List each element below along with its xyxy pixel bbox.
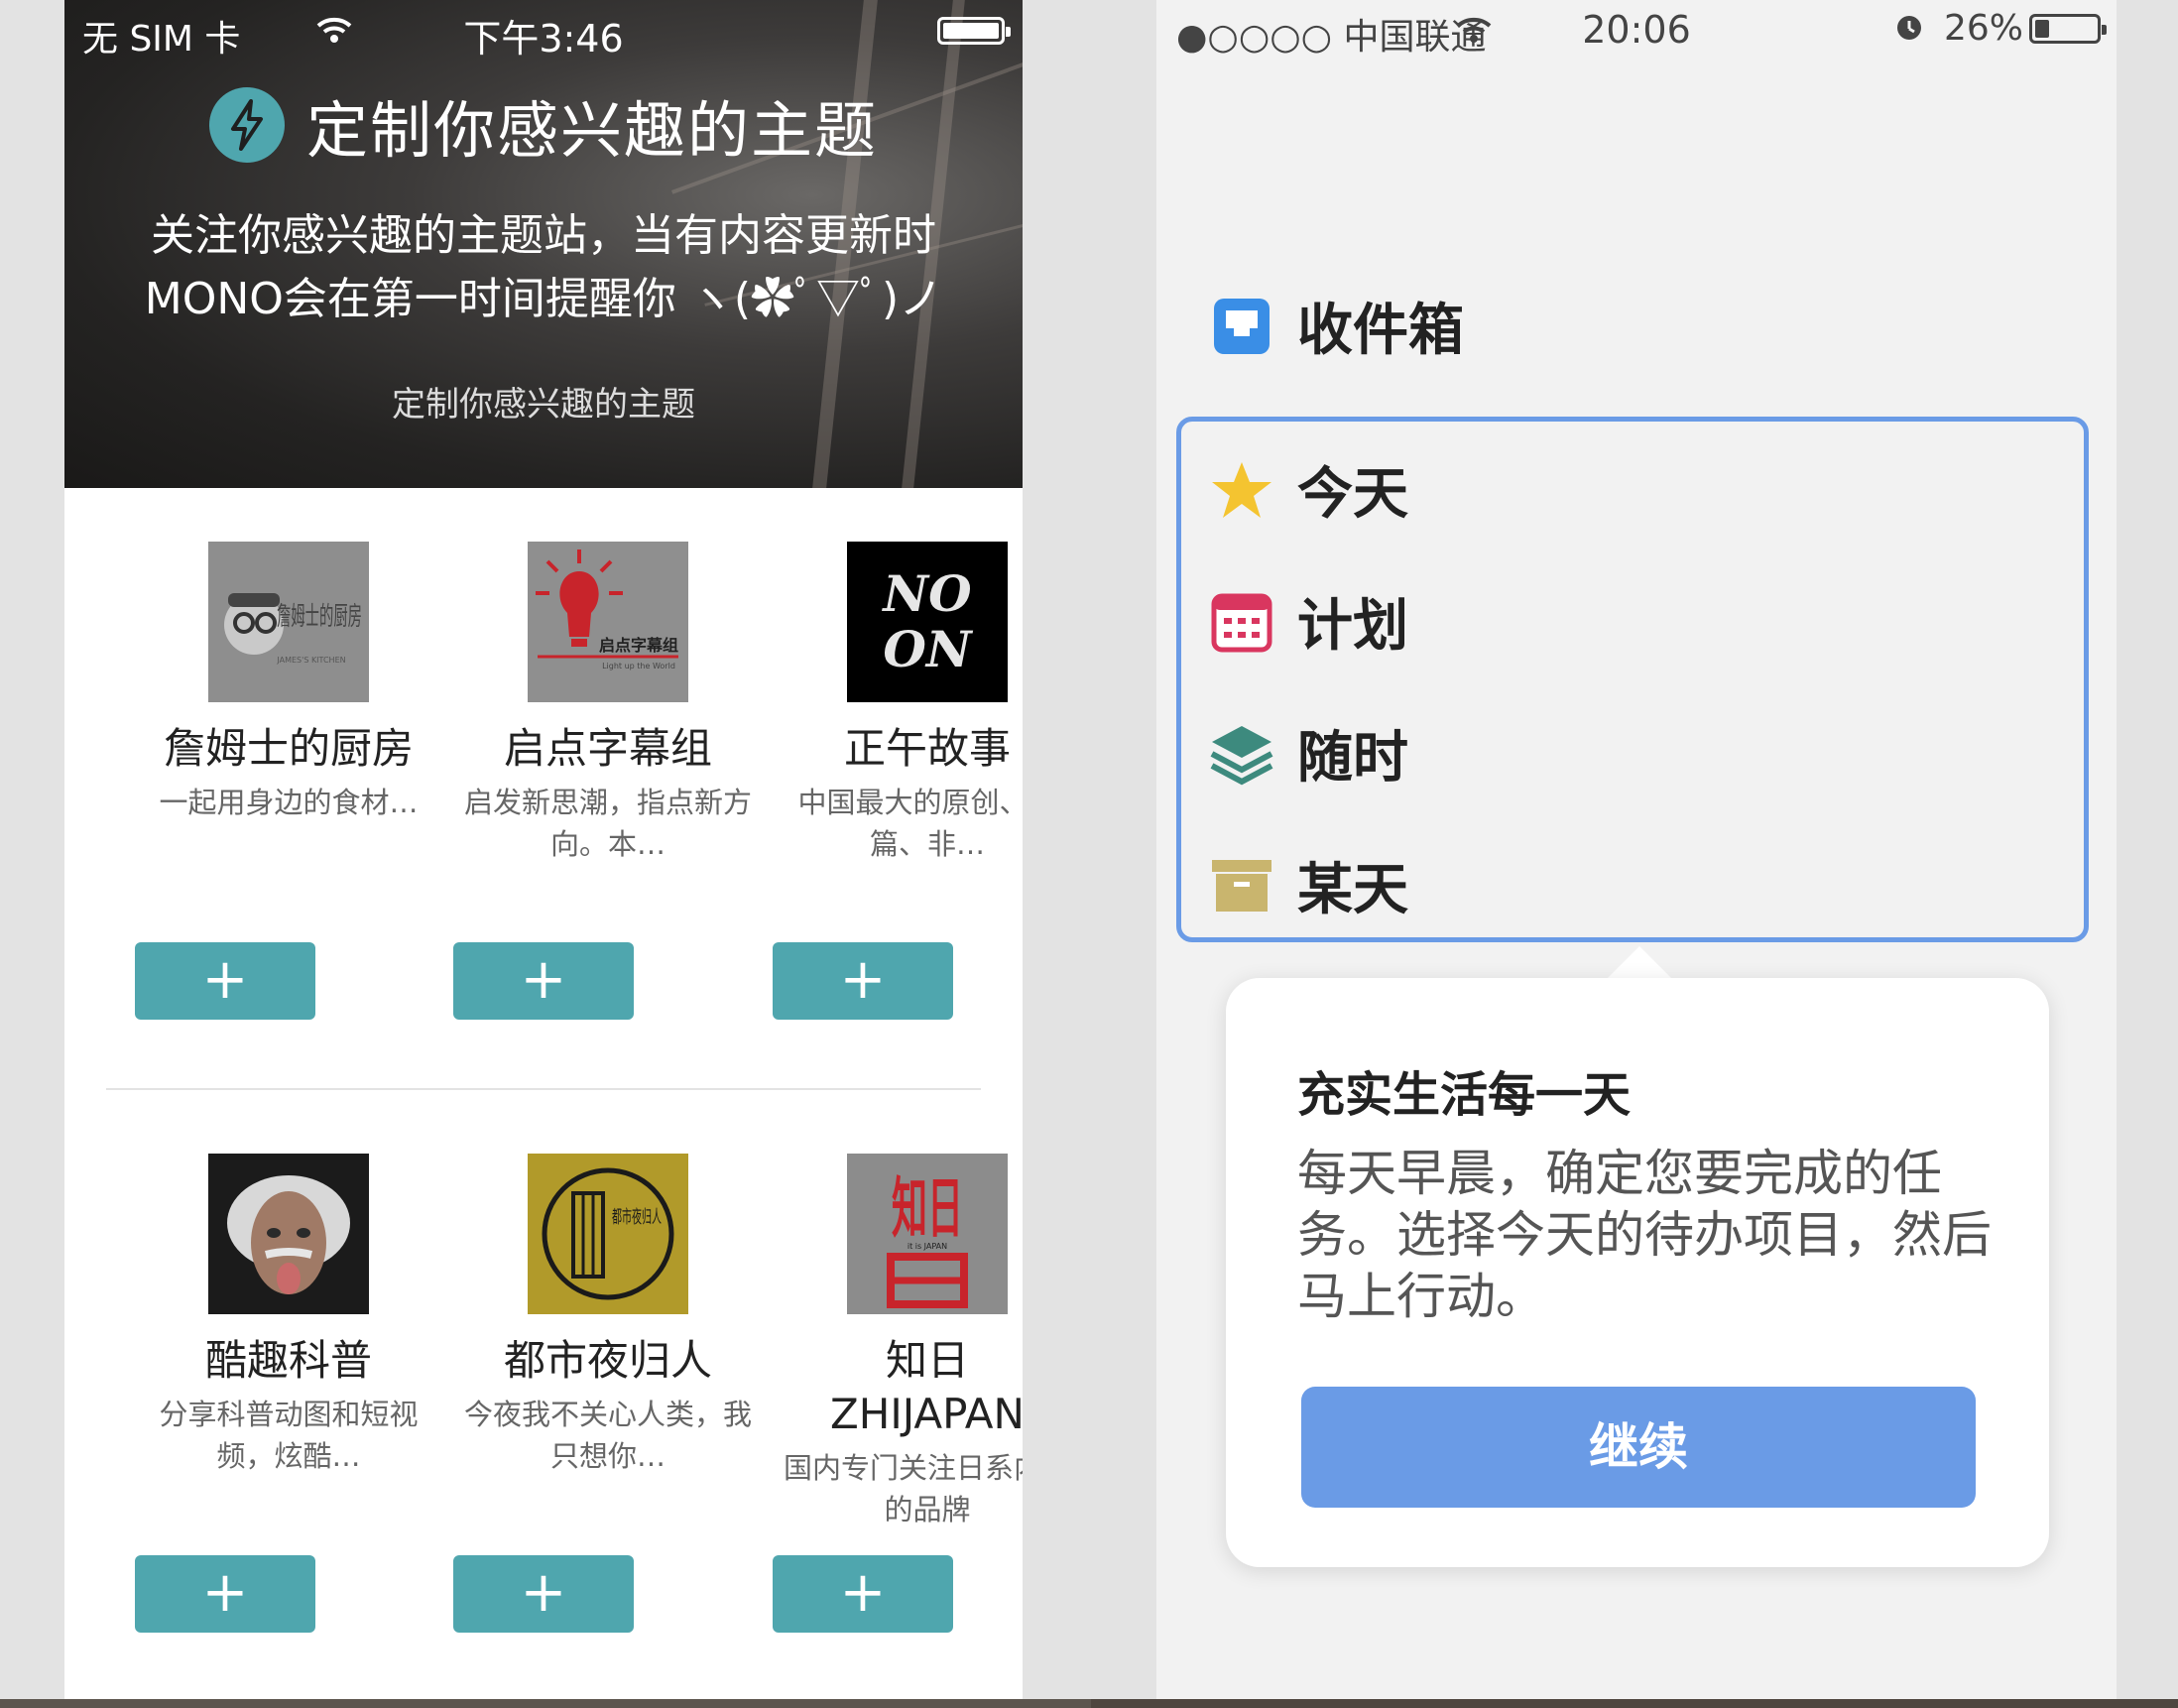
topic-name: 启点字幕组 <box>503 724 712 773</box>
battery-icon <box>2029 14 2107 44</box>
topic-thumbnail: 詹姆士的厨房 JAMES'S KITCHEN <box>208 542 369 702</box>
sidebar-item-label: 某天 <box>1297 858 1408 922</box>
topic-card[interactable]: 詹姆士的厨房 JAMES'S KITCHEN 詹姆士的厨房 一起用身边的食材… <box>140 542 437 823</box>
topic-name: 酷趣科普 <box>204 1336 372 1385</box>
sidebar-item-inbox[interactable]: 收件箱 <box>1210 286 1464 366</box>
einstein-photo-icon <box>227 1175 350 1294</box>
topic-description: 一起用身边的食材… <box>159 786 419 819</box>
sidebar-item-anytime[interactable]: 随时 <box>1210 713 1408 793</box>
section-divider <box>106 1088 981 1090</box>
alarm-icon <box>1892 10 1926 44</box>
continue-button[interactable]: 继续 <box>1301 1387 1976 1508</box>
svg-text:NO: NO <box>881 564 972 623</box>
svg-text:詹姆士的厨房: 詹姆士的厨房 <box>277 602 362 632</box>
header-description-line1: 关注你感兴趣的主题站，当有内容更新时 <box>151 210 936 261</box>
add-topic-button[interactable]: + <box>135 942 315 1020</box>
sidebar-item-label: 收件箱 <box>1297 299 1464 363</box>
sidebar-item-label: 今天 <box>1297 462 1408 527</box>
right-phone-screen: ●○○○○ 中国联通 20:06 26% 收件箱 今天 计划 随时 某天 充实生… <box>1156 0 2117 1708</box>
status-time: 下午3:46 <box>463 17 624 61</box>
header-title-row: 定制你感兴趣的主题 <box>64 81 1023 169</box>
archive-box-icon <box>1210 854 1273 917</box>
sidebar-item-label: 计划 <box>1297 594 1408 659</box>
light-bulb-logo-icon: 启点字幕组 Light up the World <box>536 549 678 671</box>
header-description: 关注你感兴趣的主题站，当有内容更新时 MONO会在第一时间提醒你 ヽ(✿ﾟ▽ﾟ)… <box>64 204 1023 331</box>
topic-thumbnail: 知日 it is JAPAN <box>847 1154 1008 1314</box>
topic-card[interactable]: 都市夜归人 都市夜归人 今夜我不关心人类，我只想你… <box>459 1154 757 1477</box>
sidebar-item-label: 随时 <box>1297 726 1408 791</box>
topic-name: 知日ZHIJAPAN <box>830 1336 1023 1438</box>
zhijapan-logo-icon: 知日 it is JAPAN <box>887 1170 968 1308</box>
svg-text:都市夜归人: 都市夜归人 <box>612 1207 662 1228</box>
topic-name: 正午故事 <box>843 724 1011 773</box>
add-topic-button[interactable]: + <box>453 1555 634 1633</box>
status-bar: ●○○○○ 中国联通 20:06 26% <box>1156 0 2117 61</box>
battery-icon <box>937 17 1011 45</box>
header-description-line2: MONO会在第一时间提醒你 ヽ(✿ﾟ▽ﾟ)ノ <box>144 274 943 324</box>
add-topic-button[interactable]: + <box>453 942 634 1020</box>
svg-text:启点字幕组: 启点字幕组 <box>599 636 678 655</box>
noon-logo-icon: NO ON <box>881 564 974 678</box>
svg-text:ON: ON <box>883 620 974 678</box>
night-city-logo-icon: 都市夜归人 <box>542 1167 674 1300</box>
topic-description: 启发新思潮，指点新方向。本… <box>463 786 752 861</box>
topic-card[interactable]: 知日 it is JAPAN 知日ZHIJAPAN 国内专门关注日系内容的品牌 <box>779 1154 1023 1530</box>
sidebar-item-today[interactable]: 今天 <box>1210 449 1408 530</box>
add-topic-button[interactable]: + <box>773 942 953 1020</box>
add-topic-button[interactable]: + <box>135 1555 315 1633</box>
onboarding-tooltip: 充实生活每一天 每天早晨，确定您要完成的任务。选择今天的待办项目，然后马上行动。… <box>1226 978 2049 1567</box>
topic-description: 今夜我不关心人类，我只想你… <box>463 1398 752 1473</box>
inbox-icon <box>1210 295 1273 358</box>
svg-text:JAMES'S KITCHEN: JAMES'S KITCHEN <box>276 656 345 665</box>
svg-text:it is JAPAN: it is JAPAN <box>908 1242 947 1251</box>
header-banner: 无 SIM 卡 下午3:46 定制你感兴趣的主题 关注你感兴趣的主题站，当有内容… <box>64 0 1023 488</box>
header-subtitle: 定制你感兴趣的主题 <box>392 385 695 425</box>
header-title: 定制你感兴趣的主题 <box>305 94 878 167</box>
topic-name: 都市夜归人 <box>503 1336 712 1385</box>
bottom-strip <box>1091 1699 2178 1708</box>
battery-percent: 26% <box>1944 8 2024 49</box>
topic-description: 国内专门关注日系内容的品牌 <box>783 1451 1023 1526</box>
svg-text:知日: 知日 <box>892 1170 963 1247</box>
status-bar: 无 SIM 卡 下午3:46 <box>64 0 1023 61</box>
tooltip-title: 充实生活每一天 <box>1297 1067 1632 1123</box>
sidebar-item-plan[interactable]: 计划 <box>1210 581 1408 662</box>
topic-card[interactable]: NO ON 正午故事 中国最大的原创、长篇、非… <box>779 542 1023 865</box>
topic-card[interactable]: 启点字幕组 Light up the World 启点字幕组 启发新思潮，指点新… <box>459 542 757 865</box>
topic-card[interactable]: 酷趣科普 分享科普动图和短视频，炫酷… <box>140 1154 437 1477</box>
bottom-strip <box>0 1699 1091 1708</box>
svg-text:Light up the World: Light up the World <box>602 662 675 671</box>
add-topic-button[interactable]: + <box>773 1555 953 1633</box>
topic-thumbnail <box>208 1154 369 1314</box>
star-icon <box>1210 458 1273 522</box>
topic-thumbnail: 都市夜归人 <box>528 1154 688 1314</box>
topic-name: 詹姆士的厨房 <box>163 724 414 773</box>
chef-logo-icon: 詹姆士的厨房 JAMES'S KITCHEN <box>224 593 362 665</box>
topic-description: 中国最大的原创、长篇、非… <box>797 786 1023 861</box>
left-phone-screen: 无 SIM 卡 下午3:46 定制你感兴趣的主题 关注你感兴趣的主题站，当有内容… <box>64 0 1023 1699</box>
tooltip-arrow <box>1604 946 1675 982</box>
sidebar-item-someday[interactable]: 某天 <box>1210 845 1408 925</box>
tooltip-body: 每天早晨，确定您要完成的任务。选择今天的待办项目，然后马上行动。 <box>1297 1145 1992 1325</box>
lightning-bolt-icon <box>208 87 285 163</box>
topic-description: 分享科普动图和短视频，炫酷… <box>159 1398 419 1473</box>
calendar-icon <box>1210 590 1273 654</box>
topic-thumbnail: 启点字幕组 Light up the World <box>528 542 688 702</box>
layers-icon <box>1210 722 1273 786</box>
topic-thumbnail: NO ON <box>847 542 1008 702</box>
